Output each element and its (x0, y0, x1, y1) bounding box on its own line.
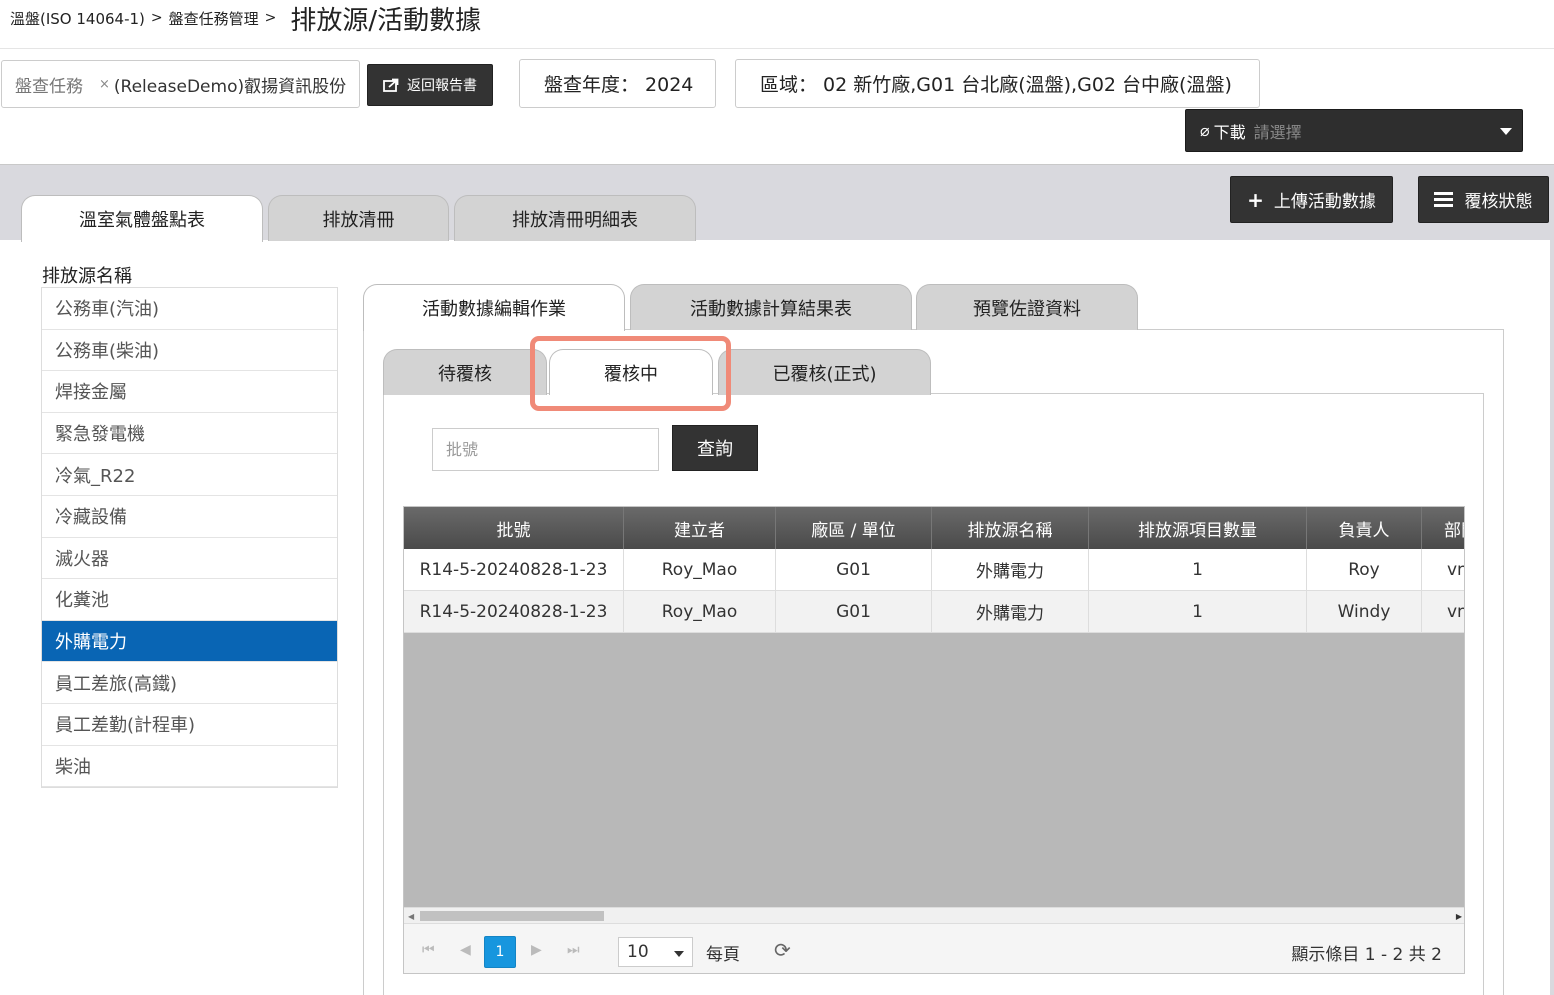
tab-activity-data-edit[interactable]: 活動數據編輯作業 (363, 284, 625, 331)
query-button[interactable]: 查詢 (672, 425, 758, 471)
source-list-title: 排放源名稱 (42, 266, 132, 287)
last-page-icon[interactable]: ⏭ (567, 942, 580, 958)
task-selector[interactable]: 盤查任務 × (ReleaseDemo)叡揚資訊股份 (1, 60, 360, 108)
inventory-year: 盤查年度： 2024 (519, 59, 716, 108)
tab-preview-evidence[interactable]: 預覽佐證資料 (916, 284, 1138, 330)
plus-icon: + (1247, 187, 1264, 212)
page-size-select[interactable]: 10 (618, 937, 693, 967)
tab-ghg-inventory[interactable]: 溫室氣體盤點表 (21, 195, 263, 242)
cell-source: 外購電力 (932, 549, 1089, 591)
cell-department: vn (1422, 549, 1464, 591)
export-icon (383, 78, 399, 92)
list-item[interactable]: 緊急發電機 (42, 413, 337, 455)
list-item[interactable]: 公務車(汽油) (42, 288, 337, 330)
list-item[interactable]: 員工差勤(計程車) (42, 704, 337, 746)
column-header-source[interactable]: 排放源名稱 (932, 507, 1089, 549)
column-header-site[interactable]: 廠區 / 單位 (776, 507, 932, 549)
list-item[interactable]: 化糞池 (42, 579, 337, 621)
return-report-label: 返回報告書 (407, 78, 477, 94)
scroll-left-icon[interactable]: ◀ (408, 912, 414, 921)
batch-number-input[interactable] (432, 428, 659, 471)
cell-owner: Windy (1307, 591, 1422, 633)
prev-page-icon[interactable]: ◀ (460, 942, 471, 958)
cell-department: vn (1422, 591, 1464, 633)
cell-site: G01 (776, 549, 932, 591)
list-item[interactable]: 冷氣_R22 (42, 454, 337, 496)
chevron-down-icon (1500, 128, 1512, 135)
cell-item-count: 1 (1089, 549, 1307, 591)
column-header-department[interactable]: 部門 (1422, 507, 1464, 549)
area-info: 區域： 02 新竹廠,G01 台北廠(溫盤),G02 台中廠(溫盤) (735, 59, 1260, 108)
list-item[interactable]: 員工差旅(高鐵) (42, 662, 337, 704)
tab-reviewed-formal[interactable]: 已覆核(正式) (718, 349, 931, 395)
table-row[interactable]: R14-5-20240828-1-23 Roy_Mao G01 外購電力 1 R… (404, 549, 1464, 591)
list-item[interactable]: 冷藏設備 (42, 496, 337, 538)
per-page-label: 每頁 (706, 945, 740, 965)
column-header-creator[interactable]: 建立者 (624, 507, 776, 549)
breadcrumb-item-task-management[interactable]: 盤查任務管理 (169, 8, 259, 29)
cell-creator: Roy_Mao (624, 549, 776, 591)
next-page-icon[interactable]: ▶ (531, 942, 542, 958)
list-icon (1433, 192, 1453, 207)
table-row[interactable]: R14-5-20240828-1-23 Roy_Mao G01 外購電力 1 W… (404, 591, 1464, 633)
breadcrumb-separator: > (264, 10, 277, 26)
list-item[interactable]: 公務車(柴油) (42, 330, 337, 372)
cell-batch: R14-5-20240828-1-23 (404, 549, 624, 591)
tab-activity-calc-result[interactable]: 活動數據計算結果表 (630, 284, 912, 330)
chevron-down-icon (674, 951, 684, 957)
cell-source: 外購電力 (932, 591, 1089, 633)
tab-pending-review[interactable]: 待覆核 (383, 349, 547, 395)
review-status-label: 覆核狀態 (1464, 192, 1533, 212)
data-grid: 批號 建立者 廠區 / 單位 排放源名稱 排放源項目數量 負責人 部門 R14-… (403, 506, 1465, 974)
pager: ⏮ ◀ 1 ▶ ⏭ 10 每頁 ⟳ 顯示條目 1 - 2 共 2 (404, 923, 1464, 973)
source-list: 公務車(汽油) 公務車(柴油) 焊接金屬 緊急發電機 冷氣_R22 冷藏設備 滅… (41, 287, 338, 788)
download-label: 下載 (1213, 122, 1246, 142)
column-header-batch[interactable]: 批號 (404, 507, 624, 549)
page-size-value: 10 (627, 942, 649, 962)
return-report-button[interactable]: 返回報告書 (367, 64, 493, 106)
pager-info: 顯示條目 1 - 2 共 2 (1291, 945, 1442, 965)
refresh-icon[interactable]: ⟳ (774, 938, 791, 962)
cell-batch: R14-5-20240828-1-23 (404, 591, 624, 633)
column-header-owner[interactable]: 負責人 (1307, 507, 1422, 549)
horizontal-scrollbar[interactable]: ◀ ▶ (404, 907, 1464, 923)
download-select[interactable]: ⌀ 下載 請選擇 (1185, 109, 1523, 152)
review-status-button[interactable]: 覆核狀態 (1418, 176, 1549, 223)
list-item[interactable]: 柴油 (42, 746, 337, 788)
column-header-item-count[interactable]: 排放源項目數量 (1089, 507, 1307, 549)
breadcrumb-item-ghg[interactable]: 溫盤(ISO 14064-1) (10, 8, 145, 29)
scroll-right-icon[interactable]: ▶ (1456, 912, 1462, 921)
cell-owner: Roy (1307, 549, 1422, 591)
task-value: (ReleaseDemo)叡揚資訊股份 (113, 76, 347, 97)
tab-under-review[interactable]: 覆核中 (549, 349, 713, 395)
list-item[interactable]: 焊接金屬 (42, 371, 337, 413)
scrollbar-thumb[interactable] (420, 911, 604, 921)
cell-site: G01 (776, 591, 932, 633)
grid-header: 批號 建立者 廠區 / 單位 排放源名稱 排放源項目數量 負責人 部門 (404, 507, 1464, 549)
paperclip-icon: ⌀ (1200, 121, 1210, 140)
tab-emission-list[interactable]: 排放清冊 (268, 195, 449, 241)
first-page-icon[interactable]: ⏮ (422, 942, 435, 958)
clear-icon[interactable]: × (99, 77, 110, 92)
breadcrumb: 溫盤(ISO 14064-1) > 盤查任務管理 > 排放源/活動數據 (10, 0, 481, 36)
cell-creator: Roy_Mao (624, 591, 776, 633)
list-item-selected[interactable]: 外購電力 (42, 620, 337, 663)
task-label: 盤查任務 (15, 76, 83, 97)
upload-label: 上傳活動數據 (1273, 192, 1376, 212)
page-number-button[interactable]: 1 (484, 936, 516, 968)
download-placeholder: 請選擇 (1253, 122, 1302, 142)
page-title: 排放源/活動數據 (290, 5, 482, 36)
list-item[interactable]: 滅火器 (42, 538, 337, 580)
breadcrumb-separator: > (150, 10, 163, 26)
upload-activity-data-button[interactable]: + 上傳活動數據 (1230, 176, 1393, 223)
tab-emission-detail[interactable]: 排放清冊明細表 (454, 195, 696, 241)
cell-item-count: 1 (1089, 591, 1307, 633)
